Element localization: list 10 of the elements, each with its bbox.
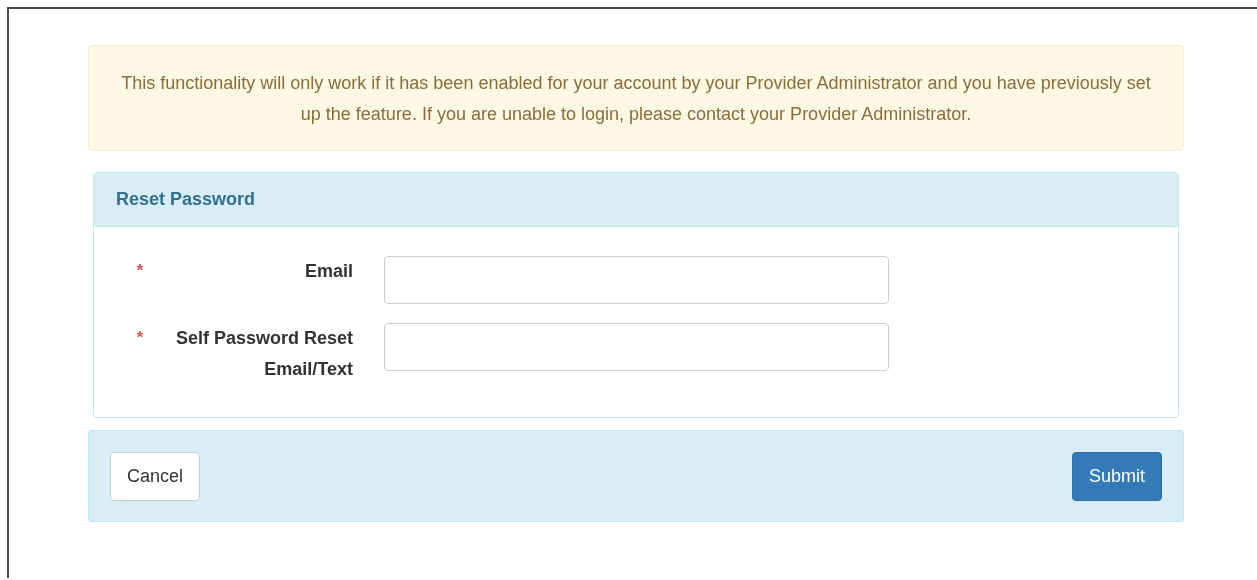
field-label: Self Password Reset Email/Text <box>174 327 353 381</box>
input-field[interactable] <box>384 323 889 371</box>
alert-message: This functionality will only work if it has been enabled for your account by your Provider Administrator and you have previously set up the feature. If you are unable to login, please contact your Provider Administrator. <box>120 72 1152 126</box>
required-mark: * <box>136 261 143 282</box>
input-field[interactable] <box>384 256 889 304</box>
panel-title: Reset Password <box>116 189 256 210</box>
field-label: Email <box>303 260 353 283</box>
required-mark: * <box>136 328 143 349</box>
cancel-button[interactable]: Cancel <box>110 451 201 501</box>
submit-button[interactable]: Submit <box>1071 451 1162 501</box>
